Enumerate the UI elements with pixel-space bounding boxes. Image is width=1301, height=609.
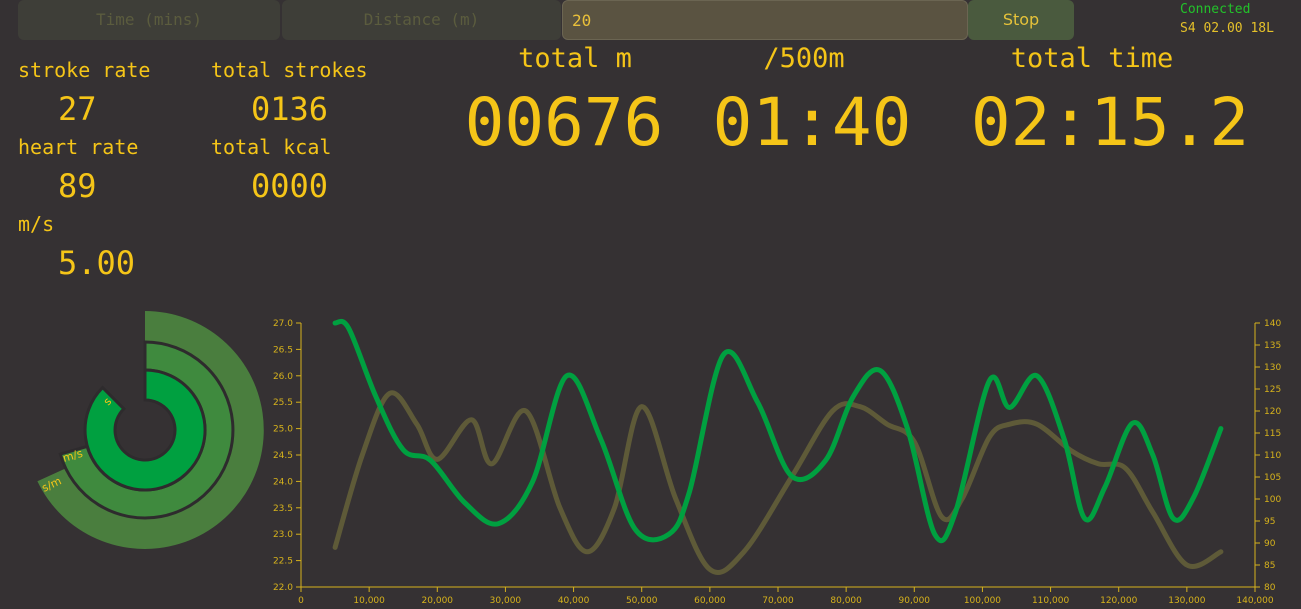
- x-tick-label: 100,000: [964, 596, 1001, 606]
- y-left-tick-label: 22.0: [273, 583, 293, 593]
- y-left-tick-label: 25.0: [273, 425, 293, 435]
- y-left-tick-label: 27.0: [273, 319, 293, 329]
- y-left-tick-label: 24.0: [273, 477, 293, 487]
- y-right-tick-label: 140: [1264, 319, 1281, 329]
- y-left-tick-label: 26.0: [273, 372, 293, 382]
- x-tick-label: 130,000: [1168, 596, 1205, 606]
- y-right-tick-label: 130: [1264, 363, 1281, 373]
- y-left-tick-label: 24.5: [273, 451, 293, 461]
- x-tick-label: 50,000: [626, 596, 658, 606]
- y-left-tick-label: 22.5: [273, 557, 293, 567]
- y-right-tick-label: 125: [1264, 385, 1281, 395]
- x-tick-label: 120,000: [1100, 596, 1137, 606]
- y-left-tick-label: 25.5: [273, 398, 293, 408]
- stroke-chart: 22.0 22.5 23.0 23.5 24.0 24.5 25.0 25.5 26.0 26.5…: [273, 318, 1281, 606]
- y-right-tick-label: 110: [1264, 451, 1281, 461]
- x-tick-label: 110,000: [1032, 596, 1069, 606]
- y-right-tick-label: 115: [1264, 429, 1281, 439]
- y-right-tick-label: 80: [1264, 583, 1276, 593]
- y-right-tick-label: 95: [1264, 517, 1275, 527]
- chart-axes: 22.0 22.5 23.0 23.5 24.0 24.5 25.0 25.5 26.0 26.5…: [273, 319, 1281, 606]
- y-right-tick-label: 105: [1264, 473, 1281, 483]
- x-tick-label: 90,000: [899, 596, 931, 606]
- y-right-tick-label: 135: [1264, 341, 1281, 351]
- x-tick-label: 10,000: [353, 596, 385, 606]
- y-left-tick-label: 26.5: [273, 345, 293, 355]
- x-tick-label: 80,000: [830, 596, 862, 606]
- y-right-tick-label: 90: [1264, 539, 1276, 549]
- y-right-tick-label: 100: [1264, 495, 1281, 505]
- x-tick-label: 40,000: [558, 596, 590, 606]
- x-tick-label: 30,000: [490, 596, 522, 606]
- heart-rate-series-line: [332, 390, 1224, 575]
- y-left-tick-label: 23.0: [273, 530, 293, 540]
- stroke-rate-series-line: [332, 318, 1224, 543]
- y-left-tick-label: 23.5: [273, 504, 293, 514]
- y-right-tick-label: 85: [1264, 561, 1275, 571]
- x-tick-label: 20,000: [422, 596, 454, 606]
- x-tick-label: 140,000: [1236, 596, 1273, 606]
- x-tick-label: 0: [298, 596, 304, 606]
- chart-lines: [332, 318, 1224, 575]
- y-right-tick-label: 120: [1264, 407, 1281, 417]
- x-tick-label: 60,000: [694, 596, 726, 606]
- x-tick-label: 70,000: [762, 596, 794, 606]
